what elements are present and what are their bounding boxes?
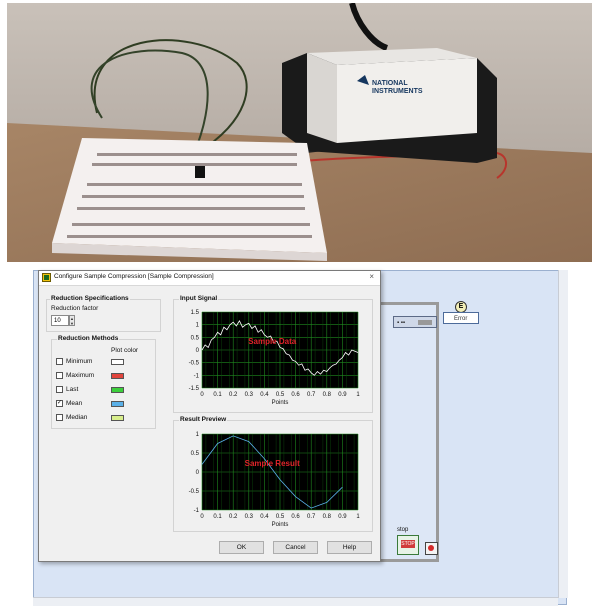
chart-overlay-label: Sample Data bbox=[248, 337, 297, 346]
reduction-spec-title: Reduction Specifications bbox=[50, 295, 130, 302]
x-tick-label: 0.9 bbox=[338, 392, 347, 398]
x-tick-label: 0.7 bbox=[307, 392, 316, 398]
while-loop[interactable] bbox=[381, 302, 439, 562]
y-tick-label: -1.5 bbox=[189, 386, 200, 392]
x-tick-label: 0.1 bbox=[213, 392, 222, 398]
plot-color-label: Plot color bbox=[111, 347, 139, 354]
method-maximum-color-swatch[interactable] bbox=[111, 373, 124, 379]
labview-app-icon bbox=[42, 273, 51, 282]
x-tick-label: 0.5 bbox=[276, 514, 285, 520]
reduction-methods-title: Reduction Methods bbox=[57, 335, 120, 342]
cancel-button[interactable]: Cancel bbox=[273, 541, 318, 554]
method-maximum-label: Maximum bbox=[66, 372, 95, 379]
close-icon[interactable]: × bbox=[369, 272, 374, 281]
x-tick-label: 0.2 bbox=[229, 392, 238, 398]
y-tick-label: -1 bbox=[194, 373, 200, 379]
x-tick-label: 0.4 bbox=[260, 514, 269, 520]
result-preview-title: Result Preview bbox=[179, 416, 228, 423]
method-last-checkbox[interactable] bbox=[56, 386, 63, 393]
y-tick-label: 0.5 bbox=[191, 335, 200, 341]
reduction-factor-spinner[interactable]: ▲ ▼ bbox=[69, 315, 75, 326]
node-label: ▪ ▪▪ bbox=[397, 320, 406, 326]
y-tick-label: 1.5 bbox=[191, 310, 200, 316]
method-median-checkbox[interactable] bbox=[56, 414, 63, 421]
x-tick-label: 0.9 bbox=[338, 514, 347, 520]
y-tick-label: 1 bbox=[196, 432, 200, 438]
x-tick-label: 0.6 bbox=[291, 514, 300, 520]
x-tick-label: 0.8 bbox=[323, 514, 332, 520]
chart-overlay-label: Sample Result bbox=[245, 459, 300, 468]
method-minimum-checkbox[interactable] bbox=[56, 358, 63, 365]
method-last-color-swatch[interactable] bbox=[111, 387, 124, 393]
stop-label: stop bbox=[397, 527, 409, 533]
method-minimum-label: Minimum bbox=[66, 358, 93, 365]
y-tick-label: 1 bbox=[196, 323, 200, 329]
device-logo-line1: NATIONAL bbox=[372, 80, 408, 87]
x-tick-label: 0.4 bbox=[260, 392, 269, 398]
y-tick-label: -1 bbox=[194, 508, 200, 514]
y-tick-label: -0.5 bbox=[189, 489, 200, 495]
method-median-color-swatch[interactable] bbox=[111, 415, 124, 421]
compression-node[interactable]: ▪ ▪▪ bbox=[393, 316, 437, 328]
x-tick-label: 0.3 bbox=[245, 514, 254, 520]
loop-condition-terminal[interactable] bbox=[425, 542, 438, 555]
dialog-title: Configure Sample Compression [Sample Com… bbox=[54, 273, 214, 280]
method-mean-label: Mean bbox=[66, 400, 83, 407]
x-axis-label: Points bbox=[272, 400, 289, 406]
vertical-scrollbar[interactable] bbox=[558, 270, 568, 598]
x-tick-label: 0 bbox=[200, 514, 204, 520]
x-tick-label: 0.3 bbox=[245, 392, 254, 398]
device-logo-line2: INSTRUMENTS bbox=[372, 88, 423, 95]
input-signal-title: Input Signal bbox=[179, 295, 219, 302]
y-tick-label: 0 bbox=[196, 470, 200, 476]
reduction-factor-label: Reduction factor bbox=[51, 305, 99, 312]
node-bar-icon bbox=[418, 320, 432, 325]
method-median-label: Median bbox=[66, 414, 88, 421]
dialog-titlebar[interactable]: Configure Sample Compression [Sample Com… bbox=[39, 271, 380, 286]
method-mean-color-swatch[interactable] bbox=[111, 401, 124, 407]
method-maximum-checkbox[interactable] bbox=[56, 372, 63, 379]
x-tick-label: 0.2 bbox=[229, 514, 238, 520]
input-signal-graph[interactable]: 0 0.1 0.2 0.3 0.4 0.5 0.6 0.7 0.8 0.9 1 1.5 1 0.5 0 -0.… bbox=[173, 304, 373, 412]
x-tick-label: 0.6 bbox=[291, 392, 300, 398]
x-tick-label: 0.1 bbox=[213, 514, 222, 520]
x-tick-label: 0.8 bbox=[323, 392, 332, 398]
horizontal-scrollbar[interactable] bbox=[33, 597, 558, 606]
method-minimum-color-swatch[interactable] bbox=[111, 359, 124, 365]
method-last-label: Last bbox=[66, 386, 79, 393]
stop-button-terminal[interactable]: STOP bbox=[397, 535, 419, 555]
result-preview-graph[interactable]: 0 0.1 0.2 0.3 0.4 0.5 0.6 0.7 0.8 0.9 1 1 0.5 0 -0.5 -1… bbox=[173, 425, 373, 531]
hardware-photo: NATIONAL INSTRUMENTS bbox=[7, 3, 592, 262]
y-tick-label: 0.5 bbox=[191, 451, 200, 457]
y-tick-label: 0 bbox=[196, 348, 200, 354]
stop-button-text: STOP bbox=[401, 540, 415, 548]
help-button[interactable]: Help bbox=[327, 541, 372, 554]
x-tick-label: 1 bbox=[356, 514, 360, 520]
ok-button[interactable]: OK bbox=[219, 541, 264, 554]
method-mean-checkbox[interactable]: ✓ bbox=[56, 400, 63, 407]
error-cluster[interactable]: Error bbox=[443, 312, 479, 324]
x-tick-label: 0.5 bbox=[276, 392, 285, 398]
x-tick-label: 1 bbox=[356, 392, 360, 398]
reduction-factor-input[interactable]: 10 bbox=[51, 315, 69, 326]
x-tick-label: 0.7 bbox=[307, 514, 316, 520]
y-tick-label: -0.5 bbox=[189, 361, 200, 367]
x-axis-label: Points bbox=[272, 522, 289, 528]
x-tick-label: 0 bbox=[200, 392, 204, 398]
